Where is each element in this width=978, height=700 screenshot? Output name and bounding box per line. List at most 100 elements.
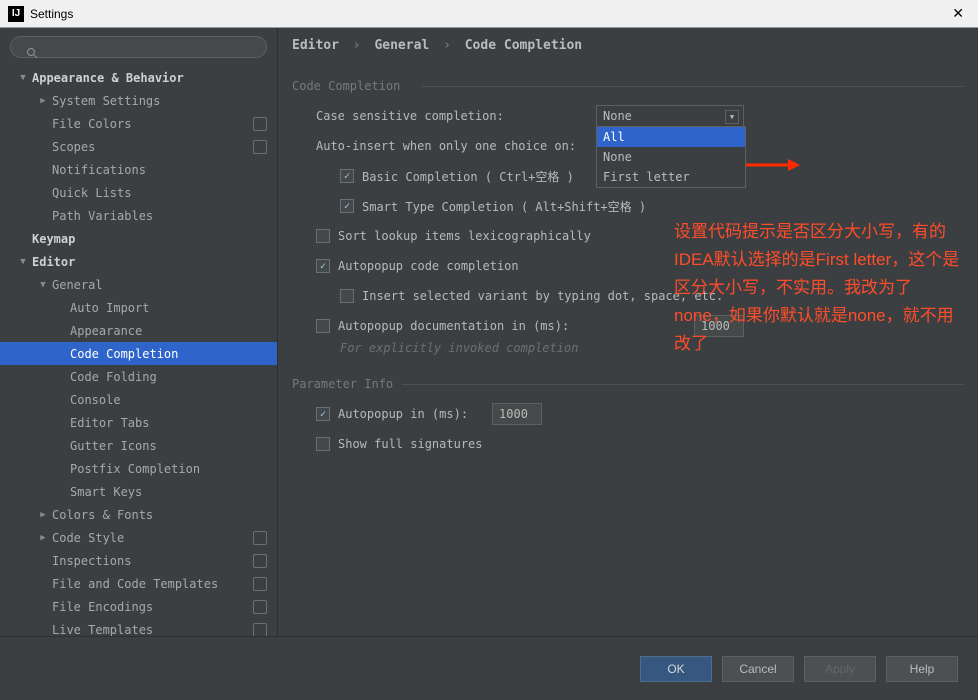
sidebar-item-label: File Colors bbox=[52, 117, 131, 131]
autopopup-checkbox[interactable] bbox=[316, 259, 330, 273]
sidebar-item[interactable]: Path Variables bbox=[0, 204, 277, 227]
dropdown-option-none[interactable]: None bbox=[597, 147, 745, 167]
insert-variant-checkbox[interactable] bbox=[340, 289, 354, 303]
sidebar-item[interactable]: Live Templates bbox=[0, 618, 277, 636]
titlebar: IJ Settings ✕ bbox=[0, 0, 978, 28]
settings-tree: ▼ Appearance & Behavior ▶ System Settings Fi… bbox=[0, 66, 277, 636]
param-autopopup-checkbox[interactable] bbox=[316, 407, 330, 421]
param-autopopup-ms-input[interactable]: 1000 bbox=[492, 403, 542, 425]
basic-completion-label: Basic Completion ( Ctrl+空格 ) bbox=[362, 168, 574, 185]
project-scope-icon bbox=[253, 531, 267, 545]
sidebar-item-label: Quick Lists bbox=[52, 186, 131, 200]
case-sensitive-label: Case sensitive completion: bbox=[316, 109, 504, 123]
sidebar-item-label: Code Completion bbox=[70, 347, 178, 361]
dropdown-option-all[interactable]: All bbox=[597, 127, 745, 147]
sidebar-item[interactable]: Auto Import bbox=[0, 296, 277, 319]
sidebar-item[interactable]: Postfix Completion bbox=[0, 457, 277, 480]
sidebar-item-label: Scopes bbox=[52, 140, 95, 154]
tree-arrow-icon: ▼ bbox=[18, 257, 28, 267]
sidebar-item-label: File Encodings bbox=[52, 600, 153, 614]
project-scope-icon bbox=[253, 623, 267, 637]
project-scope-icon bbox=[253, 117, 267, 131]
case-sensitive-dropdown[interactable]: None ▼ All None First letter bbox=[596, 105, 744, 127]
app-logo-icon: IJ bbox=[8, 6, 24, 22]
sidebar-item[interactable]: Notifications bbox=[0, 158, 277, 181]
breadcrumb: Editor › General › Code Completion bbox=[278, 28, 978, 63]
sidebar-item[interactable]: Smart Keys bbox=[0, 480, 277, 503]
project-scope-icon bbox=[253, 140, 267, 154]
sidebar-item-label: Editor bbox=[32, 255, 75, 269]
sidebar: ▼ Appearance & Behavior ▶ System Settings Fi… bbox=[0, 28, 278, 636]
dropdown-option-first-letter[interactable]: First letter bbox=[597, 167, 745, 187]
sidebar-item-label: Code Style bbox=[52, 531, 124, 545]
param-autopopup-label: Autopopup in (ms): bbox=[338, 407, 468, 421]
apply-button[interactable]: Apply bbox=[804, 656, 876, 682]
sidebar-item-label: System Settings bbox=[52, 94, 160, 108]
sidebar-item-label: Auto Import bbox=[70, 301, 149, 315]
sidebar-item[interactable]: Code Completion bbox=[0, 342, 277, 365]
close-icon[interactable]: ✕ bbox=[946, 3, 970, 24]
sidebar-item-label: Code Folding bbox=[70, 370, 157, 384]
sidebar-item[interactable]: ▶ System Settings bbox=[0, 89, 277, 112]
window-title: Settings bbox=[30, 7, 946, 21]
footer: OK Cancel Apply Help bbox=[0, 636, 978, 700]
show-full-sig-checkbox[interactable] bbox=[316, 437, 330, 451]
tree-arrow-icon: ▼ bbox=[38, 280, 48, 290]
project-scope-icon bbox=[253, 600, 267, 614]
breadcrumb-part[interactable]: Code Completion bbox=[465, 38, 582, 53]
sidebar-item[interactable]: File Encodings bbox=[0, 595, 277, 618]
autopopup-doc-checkbox[interactable] bbox=[316, 319, 330, 333]
sidebar-item-label: Appearance & Behavior bbox=[32, 71, 184, 85]
smart-completion-label: Smart Type Completion ( Alt+Shift+空格 ) bbox=[362, 198, 646, 215]
sidebar-item-label: File and Code Templates bbox=[52, 577, 218, 591]
breadcrumb-part[interactable]: Editor bbox=[292, 38, 339, 53]
sidebar-item-label: Postfix Completion bbox=[70, 462, 200, 476]
sidebar-item[interactable]: Quick Lists bbox=[0, 181, 277, 204]
sidebar-item-label: Inspections bbox=[52, 554, 131, 568]
sidebar-item[interactable]: Keymap bbox=[0, 227, 277, 250]
sidebar-item-label: Keymap bbox=[32, 232, 75, 246]
sidebar-item[interactable]: Appearance bbox=[0, 319, 277, 342]
autopopup-label: Autopopup code completion bbox=[338, 259, 519, 273]
autopopup-doc-label: Autopopup documentation in (ms): bbox=[338, 319, 569, 333]
main-panel: Editor › General › Code Completion Code … bbox=[278, 28, 978, 636]
tree-arrow-icon: ▼ bbox=[18, 73, 28, 83]
tree-arrow-icon: ▶ bbox=[38, 96, 48, 106]
section-code-completion: Code Completion bbox=[292, 79, 964, 93]
annotation-text: 设置代码提示是否区分大小写，有的IDEA默认选择的是First letter，这… bbox=[674, 218, 964, 358]
sidebar-item[interactable]: Gutter Icons bbox=[0, 434, 277, 457]
insert-variant-label: Insert selected variant by typing dot, s… bbox=[362, 289, 723, 303]
basic-completion-checkbox[interactable] bbox=[340, 169, 354, 183]
smart-completion-checkbox[interactable] bbox=[340, 199, 354, 213]
project-scope-icon bbox=[253, 577, 267, 591]
help-button[interactable]: Help bbox=[886, 656, 958, 682]
sidebar-item[interactable]: Console bbox=[0, 388, 277, 411]
sidebar-item-label: Editor Tabs bbox=[70, 416, 149, 430]
sidebar-item-label: General bbox=[52, 278, 103, 292]
show-full-sig-label: Show full signatures bbox=[338, 437, 483, 451]
sidebar-item[interactable]: Code Folding bbox=[0, 365, 277, 388]
section-parameter-info: Parameter Info bbox=[292, 377, 964, 391]
sidebar-item[interactable]: ▶Code Style bbox=[0, 526, 277, 549]
tree-arrow-icon: ▶ bbox=[38, 510, 48, 520]
sidebar-item[interactable]: File and Code Templates bbox=[0, 572, 277, 595]
sidebar-item-label: Live Templates bbox=[52, 623, 153, 637]
dropdown-list: All None First letter bbox=[596, 126, 746, 188]
ok-button[interactable]: OK bbox=[640, 656, 712, 682]
sidebar-item[interactable]: ▼ Appearance & Behavior bbox=[0, 66, 277, 89]
sidebar-item[interactable]: ▼ General bbox=[0, 273, 277, 296]
sidebar-item-label: Colors & Fonts bbox=[52, 508, 153, 522]
sidebar-item[interactable]: ▼ Editor bbox=[0, 250, 277, 273]
sidebar-item[interactable]: Scopes bbox=[0, 135, 277, 158]
sidebar-item[interactable]: Inspections bbox=[0, 549, 277, 572]
sidebar-item[interactable]: File Colors bbox=[0, 112, 277, 135]
chevron-down-icon: ▼ bbox=[725, 110, 739, 124]
sidebar-item-label: Notifications bbox=[52, 163, 146, 177]
search-input[interactable] bbox=[10, 36, 267, 58]
cancel-button[interactable]: Cancel bbox=[722, 656, 794, 682]
sidebar-item[interactable]: Editor Tabs bbox=[0, 411, 277, 434]
sort-lexi-checkbox[interactable] bbox=[316, 229, 330, 243]
sidebar-item-label: Console bbox=[70, 393, 121, 407]
sidebar-item[interactable]: ▶ Colors & Fonts bbox=[0, 503, 277, 526]
breadcrumb-part[interactable]: General bbox=[374, 38, 429, 53]
